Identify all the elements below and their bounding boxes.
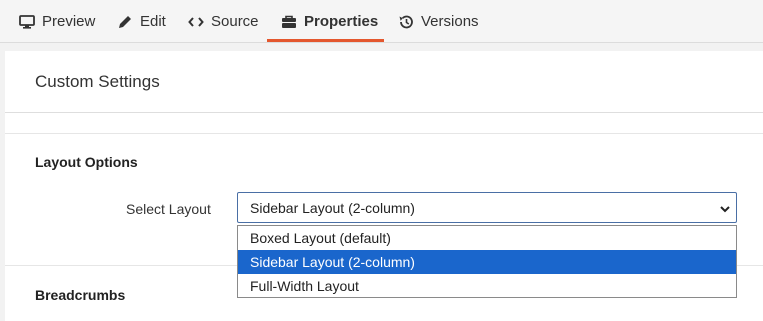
divider [5, 112, 763, 113]
select-layout-label: Select Layout [126, 201, 211, 217]
code-icon [188, 14, 204, 30]
divider [5, 133, 763, 134]
pencil-icon [117, 14, 133, 30]
layout-option-sidebar[interactable]: Sidebar Layout (2-column) [238, 250, 736, 274]
layout-select-value: Sidebar Layout (2-column) [250, 199, 415, 216]
tab-edit-label: Edit [140, 13, 166, 30]
history-icon [398, 14, 414, 30]
tab-versions[interactable]: Versions [398, 0, 479, 43]
tab-properties-label: Properties [304, 13, 379, 30]
tab-bar: Preview Edit Source Properties Versions [0, 0, 763, 43]
toolbox-icon [281, 14, 297, 30]
tab-preview-label: Preview [42, 13, 96, 30]
tab-versions-label: Versions [421, 13, 479, 30]
tab-source[interactable]: Source [188, 0, 259, 43]
tab-edit[interactable]: Edit [117, 0, 166, 43]
breadcrumbs-heading: Breadcrumbs [35, 287, 126, 303]
layout-dropdown-list: Boxed Layout (default) Sidebar Layout (2… [237, 225, 737, 298]
tab-preview[interactable]: Preview [19, 0, 95, 43]
layout-select[interactable]: Sidebar Layout (2-column) [237, 192, 737, 223]
tab-source-label: Source [211, 13, 259, 30]
tab-properties[interactable]: Properties [281, 0, 378, 43]
panel-title: Custom Settings [35, 72, 160, 91]
monitor-icon [19, 14, 35, 30]
layout-option-boxed[interactable]: Boxed Layout (default) [238, 226, 736, 250]
layout-options-heading: Layout Options [35, 154, 138, 170]
layout-option-full-width[interactable]: Full-Width Layout [238, 274, 736, 298]
active-tab-indicator [267, 39, 384, 42]
chevron-down-icon [719, 202, 731, 214]
